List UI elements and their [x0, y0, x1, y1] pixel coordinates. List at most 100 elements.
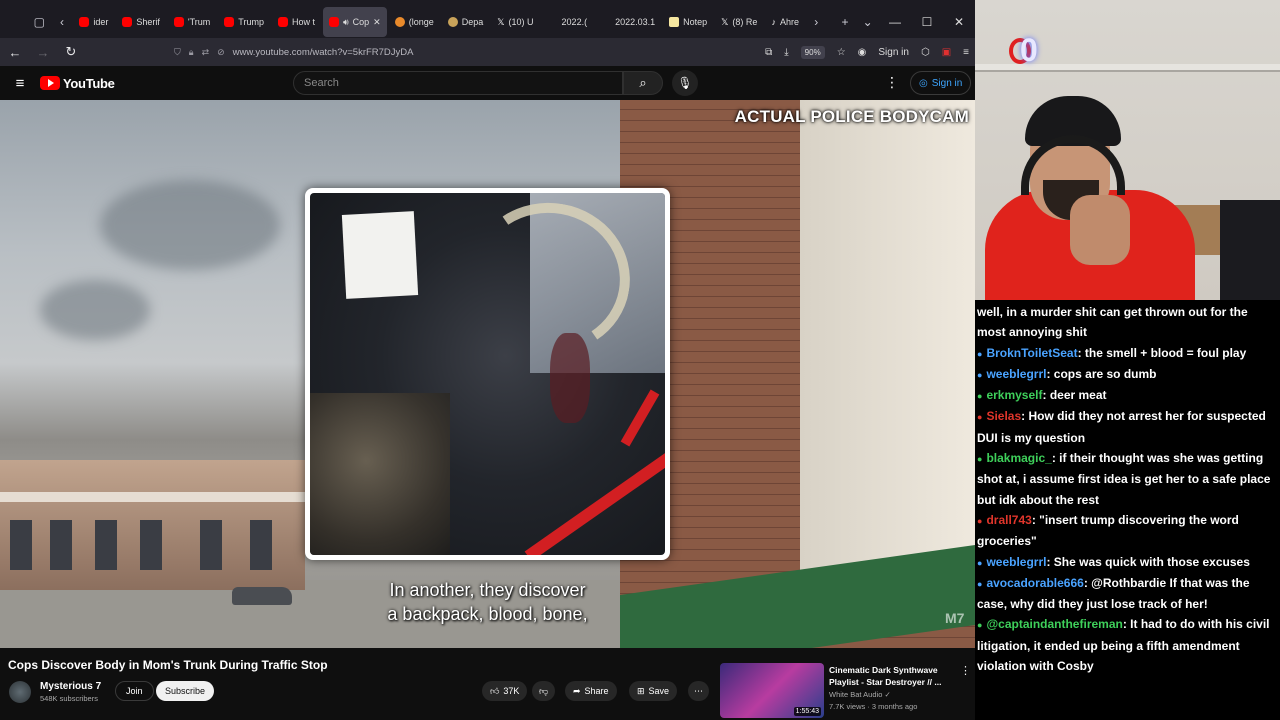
user-badge-icon: ● [977, 391, 983, 402]
streamer-hand [1070, 195, 1130, 265]
tab-scroll-left-icon[interactable]: ‹ [51, 10, 74, 34]
chat-message: ● Sielas: How did they not arrest her for… [977, 406, 1278, 448]
concrete-wall [800, 100, 975, 570]
recommended-thumbnail[interactable]: 1:55:43 [720, 663, 824, 718]
browser-tab[interactable]: 2022.03.1 [595, 7, 661, 37]
chat-username[interactable]: BroknToiletSeat [986, 346, 1077, 360]
channel-watermark[interactable]: M7 [945, 610, 964, 626]
browser-tab[interactable]: Sherif [116, 7, 166, 37]
new-tab-icon[interactable]: + [834, 10, 857, 34]
url-text[interactable]: www.youtube.com/watch?v=5krFR7DJyDA [233, 47, 414, 58]
youtube-logo[interactable]: YouTube [40, 76, 115, 91]
channel-avatar[interactable] [9, 681, 31, 703]
youtube-logo-text: YouTube [63, 75, 115, 91]
tab-label: 2022.03.1 [615, 17, 656, 27]
lock-icon[interactable]: 🔒︎ [189, 47, 194, 58]
chat-username[interactable]: blakmagic_ [986, 451, 1051, 465]
more-actions-button[interactable]: ⋯ [688, 681, 709, 701]
recommended-channel[interactable]: White Bat Audio ✓ [829, 690, 891, 699]
browser-tab[interactable]: 2022.( [542, 7, 594, 37]
search-button[interactable]: ⌕ [623, 71, 663, 95]
subscribe-button[interactable]: Subscribe [156, 681, 215, 701]
browser-tab[interactable]: 🔊︎ Cop ✕ [322, 7, 387, 37]
download-icon[interactable]: ⤓ [784, 47, 788, 58]
browser-tab[interactable]: (longe [389, 7, 440, 37]
shield-icon[interactable]: ⛉ [174, 47, 181, 58]
cloud [40, 280, 150, 340]
audio-playing-icon[interactable]: 🔊︎ [343, 17, 349, 28]
minimize-icon[interactable]: — [879, 15, 911, 29]
menu-icon[interactable]: ≡ [963, 47, 969, 58]
browser-tab[interactable]: Trump [218, 7, 270, 37]
subscriber-count: 548K subscribers [40, 694, 98, 703]
close-window-icon[interactable]: ✕ [943, 15, 975, 29]
youtube-signin-label: Sign in [931, 77, 963, 89]
recommended-more-icon[interactable]: ⋮ [960, 664, 971, 677]
reload-icon[interactable]: ↻ [62, 44, 80, 60]
browser-tab[interactable]: Depa [442, 7, 490, 37]
browser-window: ▢ ‹ ider Sherif 'Trum Trump How t 🔊︎ Cop ✕ (long… [0, 0, 975, 720]
browser-tab[interactable]: ♪ Ahre [765, 7, 805, 37]
youtube-signin-button[interactable]: ◎ Sign in [910, 71, 972, 95]
stream-overlay: 0 well, in a murder shit can get thrown … [975, 0, 1280, 720]
browser-tab[interactable]: 𝕏 (8) Re [715, 7, 763, 37]
chat-username[interactable]: weeblegrrl [986, 555, 1046, 569]
forward-icon[interactable]: → [34, 45, 52, 60]
voice-search-button[interactable]: 🎙︎ [672, 70, 698, 96]
chat-username[interactable]: weeblegrrl [986, 367, 1046, 381]
chat-username[interactable]: drall743 [986, 513, 1031, 527]
dislike-button[interactable]: 👎︎ [532, 681, 556, 701]
tab-label: ider [93, 17, 109, 27]
tab-label: (8) Re [732, 17, 758, 27]
chat-username[interactable]: erkmyself [986, 388, 1042, 402]
join-button[interactable]: Join [115, 681, 154, 701]
tab-label: Trump [238, 17, 264, 27]
guide-menu-icon[interactable]: ≡ [0, 75, 40, 92]
camera-blocked-icon[interactable]: ⊘ [217, 47, 225, 58]
save-label: Save [648, 686, 670, 696]
browser-tab[interactable]: Notep [663, 7, 713, 37]
chat-username[interactable]: Sielas [986, 409, 1021, 423]
youtube-favicon-icon [173, 17, 184, 27]
tab-label: Depa [461, 17, 484, 27]
recommended-title[interactable]: Cinematic Dark Synthwave Playlist - Star… [829, 664, 954, 688]
browser-tab[interactable]: 𝕏 (10) U [491, 7, 539, 37]
thumbs-up-icon: 👍︎ [490, 685, 500, 696]
video-title: Cops Discover Body in Mom's Trunk During… [8, 658, 328, 672]
window-controls: — ☐ ✕ [879, 15, 975, 29]
like-button[interactable]: 👍︎ 37K [482, 681, 528, 701]
browser-tab[interactable]: ider [73, 7, 114, 37]
tiktok-favicon-icon: ♪ [771, 16, 776, 27]
x-favicon-icon: 𝕏 [721, 16, 729, 27]
pip-icon[interactable]: ⧉ [765, 47, 772, 58]
tab-overview-icon[interactable]: ▢ [28, 10, 51, 34]
account-icon[interactable]: ◉ [858, 47, 867, 58]
browser-signin[interactable]: Sign in [878, 47, 909, 58]
browser-tab[interactable]: 'Trum [168, 7, 216, 37]
back-icon[interactable]: ← [6, 45, 24, 60]
address-bar[interactable]: ⛉ 🔒︎ ⇄ ⊘ www.youtube.com/watch?v=5krFR7D… [174, 47, 414, 58]
thumbs-down-icon: 👎︎ [539, 685, 549, 696]
save-button[interactable]: ⊞ Save [629, 681, 678, 701]
zoom-level[interactable]: 90% [800, 45, 825, 59]
permissions-icon[interactable]: ⇄ [202, 47, 210, 58]
search-input[interactable]: Search [293, 71, 623, 95]
chat-username[interactable]: @captaindanthefireman [986, 617, 1122, 631]
x-favicon-icon: 𝕏 [497, 16, 505, 27]
channel-name[interactable]: Mysterious 7 [40, 681, 101, 692]
maximize-icon[interactable]: ☐ [911, 15, 943, 29]
tab-scroll-right-icon[interactable]: › [805, 10, 828, 34]
settings-kebab-icon[interactable]: ⋮ [885, 74, 899, 91]
close-tab-icon[interactable]: ✕ [373, 17, 381, 28]
bookmark-star-icon[interactable]: ☆ [837, 47, 846, 58]
extension-badge-icon[interactable]: ▣ [942, 47, 951, 58]
browser-tab[interactable]: How t [272, 7, 321, 37]
chat-text: : cops are so dumb [1046, 366, 1157, 381]
site-favicon-icon [394, 17, 405, 27]
tab-list-dropdown-icon[interactable]: ⌄ [856, 10, 879, 34]
chat-username[interactable]: avocadorable666 [986, 576, 1083, 590]
video-player[interactable]: ACTUAL POLICE BODYCAM In another, they d… [0, 100, 975, 648]
extensions-icon[interactable]: ⬡ [921, 47, 930, 58]
tab-label: (longe [408, 17, 434, 27]
share-button[interactable]: ➦ Share [565, 681, 617, 701]
